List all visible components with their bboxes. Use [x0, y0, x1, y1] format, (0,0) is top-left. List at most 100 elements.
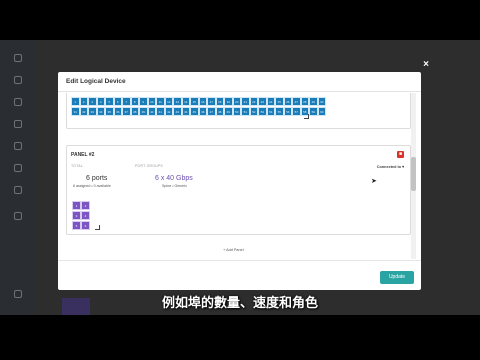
port-cell[interactable]: 5 — [105, 97, 114, 106]
port-cell[interactable]: 50 — [232, 107, 241, 116]
port-cell[interactable]: 55 — [275, 107, 284, 116]
port-cell[interactable]: 22 — [249, 97, 258, 106]
port-cell[interactable]: 2 — [81, 201, 90, 210]
port-cell[interactable]: 48 — [215, 107, 224, 116]
port-row: 12 — [72, 201, 90, 210]
port-cell[interactable]: 39 — [139, 107, 148, 116]
port-cell[interactable]: 4 — [81, 211, 90, 220]
sidebar-item[interactable] — [6, 186, 30, 206]
port-cell[interactable]: 26 — [283, 97, 292, 106]
port-cell[interactable]: 54 — [266, 107, 275, 116]
port-cell[interactable]: 2 — [79, 97, 88, 106]
port-cell[interactable]: 25 — [275, 97, 284, 106]
port-cell[interactable]: 35 — [105, 107, 114, 116]
panel-2: PANEL #2 ■ TOTAL PORT GROUPS Connected t… — [66, 145, 411, 235]
nav-icon — [14, 98, 22, 106]
panel-title: PANEL #2 — [71, 152, 95, 158]
port-cell[interactable]: 17 — [207, 97, 216, 106]
port-cell[interactable]: 59 — [309, 107, 318, 116]
port-cell[interactable]: 8 — [130, 97, 139, 106]
port-cell[interactable]: 28 — [300, 97, 309, 106]
port-cell[interactable]: 14 — [181, 97, 190, 106]
scrollbar-thumb[interactable] — [411, 157, 416, 191]
port-cell[interactable]: 5 — [72, 221, 81, 230]
port-cell[interactable]: 1 — [72, 201, 81, 210]
port-cell[interactable]: 57 — [292, 107, 301, 116]
sidebar-item[interactable] — [6, 142, 30, 162]
port-cell[interactable]: 43 — [173, 107, 182, 116]
nav-icon — [14, 164, 22, 172]
port-cell[interactable]: 3 — [72, 211, 81, 220]
port-cell[interactable]: 11 — [156, 97, 165, 106]
port-cell[interactable]: 20 — [232, 97, 241, 106]
sidebar-item[interactable] — [6, 120, 30, 140]
port-cell[interactable]: 21 — [241, 97, 250, 106]
port-cell[interactable]: 37 — [122, 107, 131, 116]
delete-panel-button[interactable]: ■ — [397, 151, 404, 158]
port-cell[interactable]: 18 — [215, 97, 224, 106]
port-cell[interactable]: 41 — [156, 107, 165, 116]
sidebar-item[interactable] — [6, 54, 30, 74]
port-cell[interactable]: 4 — [96, 97, 105, 106]
port-cell[interactable]: 9 — [139, 97, 148, 106]
port-cell[interactable]: 33 — [88, 107, 97, 116]
port-cell[interactable]: 3 — [88, 97, 97, 106]
port-cell[interactable]: 1 — [71, 97, 80, 106]
ports-count: 6 ports — [86, 175, 108, 182]
update-button[interactable]: Update — [380, 271, 414, 284]
port-cell[interactable]: 34 — [96, 107, 105, 116]
port-cell[interactable]: 16 — [198, 97, 207, 106]
port-cell[interactable]: 10 — [147, 97, 156, 106]
resize-handle-icon[interactable] — [304, 114, 309, 119]
port-cell[interactable]: 6 — [81, 221, 90, 230]
sidebar-item[interactable] — [6, 212, 30, 232]
port-cell[interactable]: 46 — [198, 107, 207, 116]
port-cell[interactable]: 49 — [224, 107, 233, 116]
resize-handle-icon[interactable] — [95, 225, 100, 230]
port-cell[interactable]: 56 — [283, 107, 292, 116]
port-cell[interactable]: 36 — [113, 107, 122, 116]
port-cell[interactable]: 15 — [190, 97, 199, 106]
nav-icon — [14, 186, 22, 194]
port-cell[interactable]: 60 — [317, 107, 326, 116]
port-cell[interactable]: 45 — [190, 107, 199, 116]
port-cell[interactable]: 24 — [266, 97, 275, 106]
port-cell[interactable]: 27 — [292, 97, 301, 106]
port-groups-label: PORT GROUPS — [135, 164, 163, 168]
scrollbar[interactable] — [411, 93, 416, 259]
port-cell[interactable]: 7 — [122, 97, 131, 106]
port-cell[interactable]: 38 — [130, 107, 139, 116]
connected-to-dropdown[interactable]: Connected to ▾ — [377, 164, 404, 169]
nav-icon — [14, 212, 22, 220]
port-cell[interactable]: 31 — [71, 107, 80, 116]
add-panel-button[interactable]: + Add Panel — [223, 248, 244, 252]
port-cell[interactable]: 44 — [181, 107, 190, 116]
nav-icon — [14, 54, 22, 62]
port-cell[interactable]: 53 — [258, 107, 267, 116]
port-cell[interactable]: 6 — [113, 97, 122, 106]
chevron-down-icon: ▾ — [402, 165, 404, 169]
sidebar-item[interactable] — [6, 98, 30, 118]
close-icon[interactable]: × — [421, 60, 431, 70]
port-cell[interactable]: 23 — [258, 97, 267, 106]
video-frame: × Edit Logical Device 1 2 3 4 5 6 7 8 9 10 11 12 13 1… — [0, 0, 480, 360]
port-cell[interactable]: 29 — [309, 97, 318, 106]
port-cell[interactable]: 47 — [207, 107, 216, 116]
port-cell[interactable]: 30 — [317, 97, 326, 106]
port-cell[interactable]: 32 — [79, 107, 88, 116]
sidebar-item[interactable] — [6, 164, 30, 184]
total-label: TOTAL — [71, 164, 83, 168]
port-cell[interactable]: 51 — [241, 107, 250, 116]
port-group-speed[interactable]: 6 x 40 Gbps — [155, 175, 193, 182]
port-cell[interactable]: 52 — [249, 107, 258, 116]
edit-logical-device-modal: Edit Logical Device 1 2 3 4 5 6 7 8 9 10 11 12 13 14 1… — [58, 72, 421, 290]
port-cell[interactable]: 40 — [147, 107, 156, 116]
port-cell[interactable]: 42 — [164, 107, 173, 116]
video-subtitle: 例如埠的數量、速度和角色 — [161, 296, 318, 311]
port-cell[interactable]: 12 — [164, 97, 173, 106]
panel-2-port-grid: 123456 — [72, 201, 90, 231]
sidebar-item[interactable] — [6, 76, 30, 96]
port-cell[interactable]: 13 — [173, 97, 182, 106]
port-cell[interactable]: 19 — [224, 97, 233, 106]
nav-icon — [14, 120, 22, 128]
